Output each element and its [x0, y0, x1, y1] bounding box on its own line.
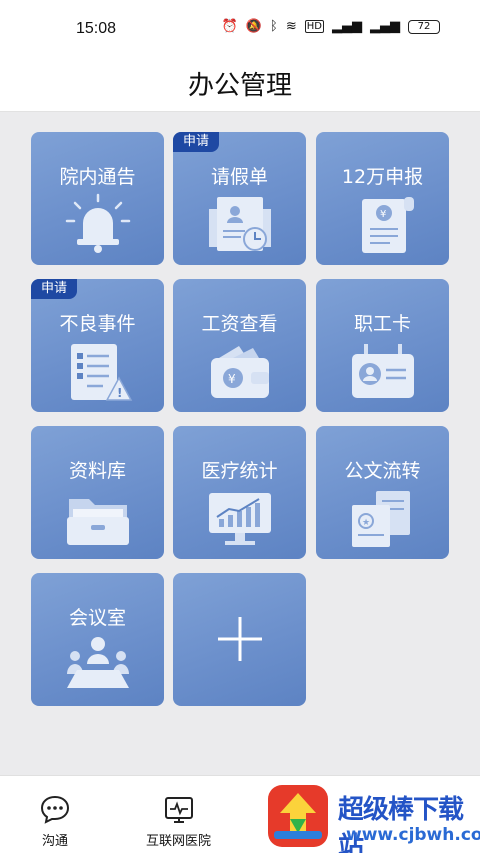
receipt-icon: ¥ [361, 197, 414, 253]
wallet-icon: ¥ [210, 346, 269, 398]
id-card-icon [351, 344, 414, 398]
tile-label: 不良事件 [59, 313, 136, 335]
folder-icon [66, 499, 129, 545]
tile-add[interactable] [173, 573, 306, 706]
tile-label: 资料库 [68, 460, 126, 482]
download-site-logo-icon [268, 785, 328, 847]
header: 办公管理 [0, 60, 480, 112]
watermark: 超级棒下载站 www.cjbwh.com [266, 783, 480, 853]
tile-label: 12万申报 [341, 166, 424, 188]
page-title: 办公管理 [187, 71, 292, 101]
status-time: 15:08 [76, 20, 117, 37]
tile-label: 院内通告 [59, 166, 136, 188]
tile-label: 职工卡 [353, 313, 411, 335]
tile-meeting-room[interactable]: 会议室 [31, 573, 164, 706]
bluetooth-icon: ᛒ [270, 19, 278, 34]
checklist-warning-icon: ! [70, 344, 132, 401]
tile-label: 请假单 [210, 166, 268, 188]
svg-text:¥: ¥ [380, 209, 386, 220]
signal-4g-icon: ▂▄▆ [370, 19, 400, 34]
plus-icon [218, 617, 262, 661]
apply-tag: 申请 [173, 132, 220, 152]
nav-label: 互联网医院 [146, 834, 212, 849]
tile-medical-statistics[interactable]: 医疗统计 [173, 426, 306, 559]
watermark-url: www.cjbwh.com [346, 825, 480, 845]
svg-text:¥: ¥ [228, 372, 236, 386]
tile-document-flow[interactable]: 公文流转 ★ [316, 426, 449, 559]
tile-label: 会议室 [68, 607, 126, 629]
meeting-icon [66, 637, 129, 688]
apply-tag: 申请 [31, 279, 78, 299]
tile-adverse-events[interactable]: 申请 不良事件 ! [31, 279, 164, 412]
nav-label: 沟通 [41, 834, 68, 849]
battery-icon: 72 [408, 19, 440, 34]
wifi-icon: ≋ [285, 19, 297, 34]
mute-icon: 🔕 [245, 19, 263, 34]
tile-salary[interactable]: 工资查看 ¥ [173, 279, 306, 412]
status-bar: 15:08 ⏰ 🔕 ᛒ ≋ HD ▂▄▆ ▂▄▆ 72 [0, 0, 480, 60]
alarm-icon: ⏰ [221, 19, 238, 34]
tile-leave-request[interactable]: 申请 请假单 [173, 132, 306, 265]
chart-monitor-icon [208, 493, 271, 545]
nav-item-chat[interactable]: 沟通 [40, 794, 70, 849]
signal-5g-icon: ▂▄▆ [332, 19, 362, 34]
tile-notice[interactable]: 院内通告 [31, 132, 164, 265]
tile-label: 工资查看 [201, 313, 278, 335]
hd-icon: HD [304, 20, 324, 33]
status-icons: ⏰ 🔕 ᛒ ≋ HD ▂▄▆ ▂▄▆ 72 [222, 19, 440, 34]
tile-label: 医疗统计 [201, 460, 278, 482]
svg-text:★: ★ [362, 518, 370, 528]
hospital-icon [164, 797, 193, 823]
tile-staff-card[interactable]: 职工卡 [316, 279, 449, 412]
documents-stamp-icon: ★ [351, 491, 410, 547]
tile-label: 公文流转 [344, 460, 421, 482]
document-clock-icon [208, 197, 271, 251]
svg-text:!: ! [117, 386, 122, 400]
tile-120k-declaration[interactable]: 12万申报 ¥ [316, 132, 449, 265]
chat-icon [40, 795, 70, 824]
bell-icon [65, 193, 130, 253]
nav-item-internet-hospital[interactable]: 互联网医院 [146, 794, 211, 849]
tile-library[interactable]: 资料库 [31, 426, 164, 559]
